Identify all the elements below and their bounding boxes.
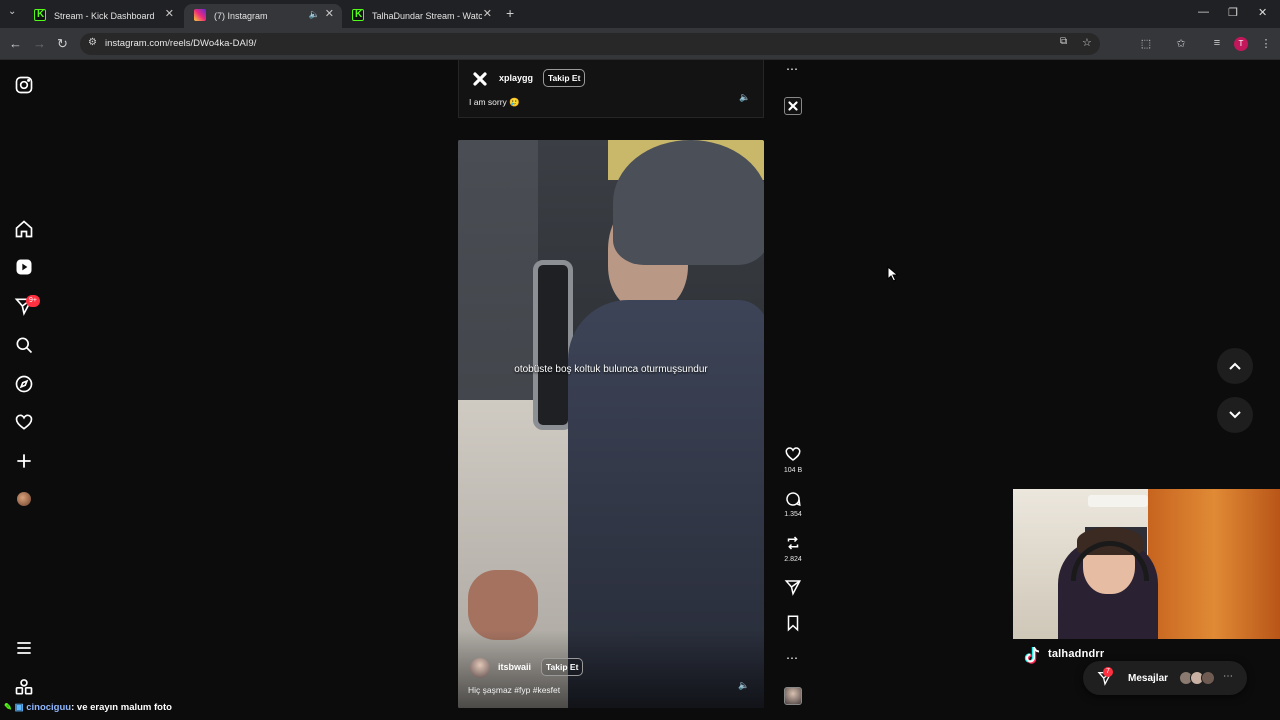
tab-instagram[interactable]: (7) Instagram 🔈 ✕ [184,4,342,28]
audio-icon[interactable]: 🔈 [738,680,749,691]
streamer-handle: talhadndrr [1048,648,1105,660]
repost-icon[interactable] [784,534,802,552]
search-icon[interactable] [14,335,34,355]
tab-audio-icon[interactable]: 🔈 [309,9,320,20]
explore-icon[interactable] [14,374,34,394]
next-reel-button[interactable] [1217,397,1253,433]
stream-chat-message: ✎ ▣ cinociguu: ve erayın malum foto [4,702,172,713]
address-toolbar: ← → ↻ ⚙ instagram.com/reels/DWo4ka-DAI9/… [0,28,1280,60]
previous-audio-thumbnail[interactable] [784,97,802,115]
site-info-icon[interactable]: ⚙ [88,37,97,48]
subscriber-badge-icon: ▣ [14,702,24,713]
reload-icon[interactable]: ↻ [57,36,68,52]
kick-icon [34,9,46,21]
kick-badge-icon: ✎ [4,702,12,713]
bus-window [533,260,573,430]
repost-count: 2.824 [784,556,802,563]
chevron-down-icon [1229,411,1241,419]
streamer-webcam [1013,489,1280,639]
extensions-icon[interactable]: ⬚ [1139,37,1153,51]
bookmark-star-icon[interactable]: ☆ [1082,36,1092,49]
current-reel-username[interactable]: itsbwaii [498,662,531,672]
address-bar[interactable]: ⚙ instagram.com/reels/DWo4ka-DAI9/ ☆ ⧉ [80,33,1100,55]
more-conversations-icon: ⋯ [1223,671,1233,682]
tab-kick-dashboard[interactable]: Stream - Kick Dashboard ✕ [24,4,182,28]
audio-thumbnail[interactable] [784,687,802,705]
air-conditioner [1088,495,1148,507]
browser-profile-avatar[interactable]: T [1234,37,1248,51]
instagram-icon [194,9,206,21]
instagram-logo-icon[interactable] [14,75,34,95]
video-overlay-text: otobüste boş koltuk bulunca oturmuşsundu… [514,364,708,375]
xplaygg-avatar[interactable] [471,70,489,88]
save-bookmark-icon[interactable] [784,614,802,632]
close-window-icon[interactable]: ✕ [1258,6,1267,19]
notification-badge: 9+ [26,295,40,307]
comment-icon[interactable] [784,490,802,508]
messages-badge: 7 [1103,667,1113,677]
like-heart-icon[interactable] [784,445,802,463]
kick-icon [352,9,364,21]
conversation-avatar [1201,671,1215,685]
browser-menu-icon[interactable]: ⋮ [1259,37,1273,51]
share-icon[interactable] [784,578,802,596]
notifications-heart-icon[interactable] [14,412,34,432]
current-reel-caption: Hiç şaşmaz #fyp #kesfet [468,685,561,695]
home-icon[interactable] [14,219,34,239]
close-tab-icon[interactable]: ✕ [165,7,174,20]
current-reel-video[interactable]: otobüste boş koltuk bulunca oturmuşsundu… [458,140,764,708]
mouse-cursor-icon [887,266,899,282]
comment-count: 1.354 [784,511,802,518]
follow-button[interactable]: Takip Et [541,658,584,676]
close-tab-icon[interactable]: ✕ [483,7,492,20]
tab-talhadundar-stream[interactable]: TalhaDundar Stream - Watch Li ✕ [342,4,500,28]
like-count: 104 B [783,467,803,474]
audio-icon[interactable]: 🔈 [739,92,750,103]
tab-search-icon[interactable]: ⌄ [8,6,16,17]
url-text[interactable]: instagram.com/reels/DWo4ka-DAI9/ [105,38,256,49]
previous-reel-button[interactable] [1217,348,1253,384]
forward-icon[interactable]: → [33,36,46,51]
new-tab-icon[interactable]: + [506,5,514,21]
more-menu-icon[interactable] [14,638,34,658]
messages-label: Mesajlar [1128,673,1169,684]
more-options-icon[interactable]: ⋯ [786,651,798,665]
cast-icon[interactable]: ⧉ [1060,36,1067,47]
previous-more-options-icon[interactable]: ⋯ [786,62,798,76]
messages-button[interactable]: 7 Mesajlar ⋯ [1083,661,1247,695]
back-icon[interactable]: ← [9,36,22,51]
also-from-meta-icon[interactable] [14,677,34,697]
create-plus-icon[interactable] [14,451,34,471]
media-control-icon[interactable]: ≡ [1210,37,1224,51]
bookmarks-icon[interactable]: ✩ [1174,37,1188,51]
reels-icon[interactable] [14,257,34,277]
close-tab-icon[interactable]: ✕ [325,7,334,20]
profile-avatar[interactable] [17,492,31,506]
chat-text: : ve erayın malum foto [71,702,172,713]
chat-username: cinociguu [26,702,72,713]
previous-reel-caption: I am sorry 🥲 [469,97,520,107]
minimize-icon[interactable]: — [1198,6,1209,18]
itsbwaii-avatar[interactable] [470,658,490,678]
chevron-up-icon [1229,362,1241,370]
tiktok-icon [1022,644,1044,666]
previous-reel[interactable]: xplaygg Takip Et I am sorry 🥲 🔈 [458,60,764,118]
restore-icon[interactable]: ❐ [1228,6,1238,19]
curtain [1148,489,1280,639]
previous-reel-username[interactable]: xplaygg [499,73,533,83]
person-beanie [613,140,764,265]
browser-tab-strip: ⌄ Stream - Kick Dashboard ✕ (7) Instagra… [0,0,1280,28]
follow-button[interactable]: Takip Et [543,69,586,87]
